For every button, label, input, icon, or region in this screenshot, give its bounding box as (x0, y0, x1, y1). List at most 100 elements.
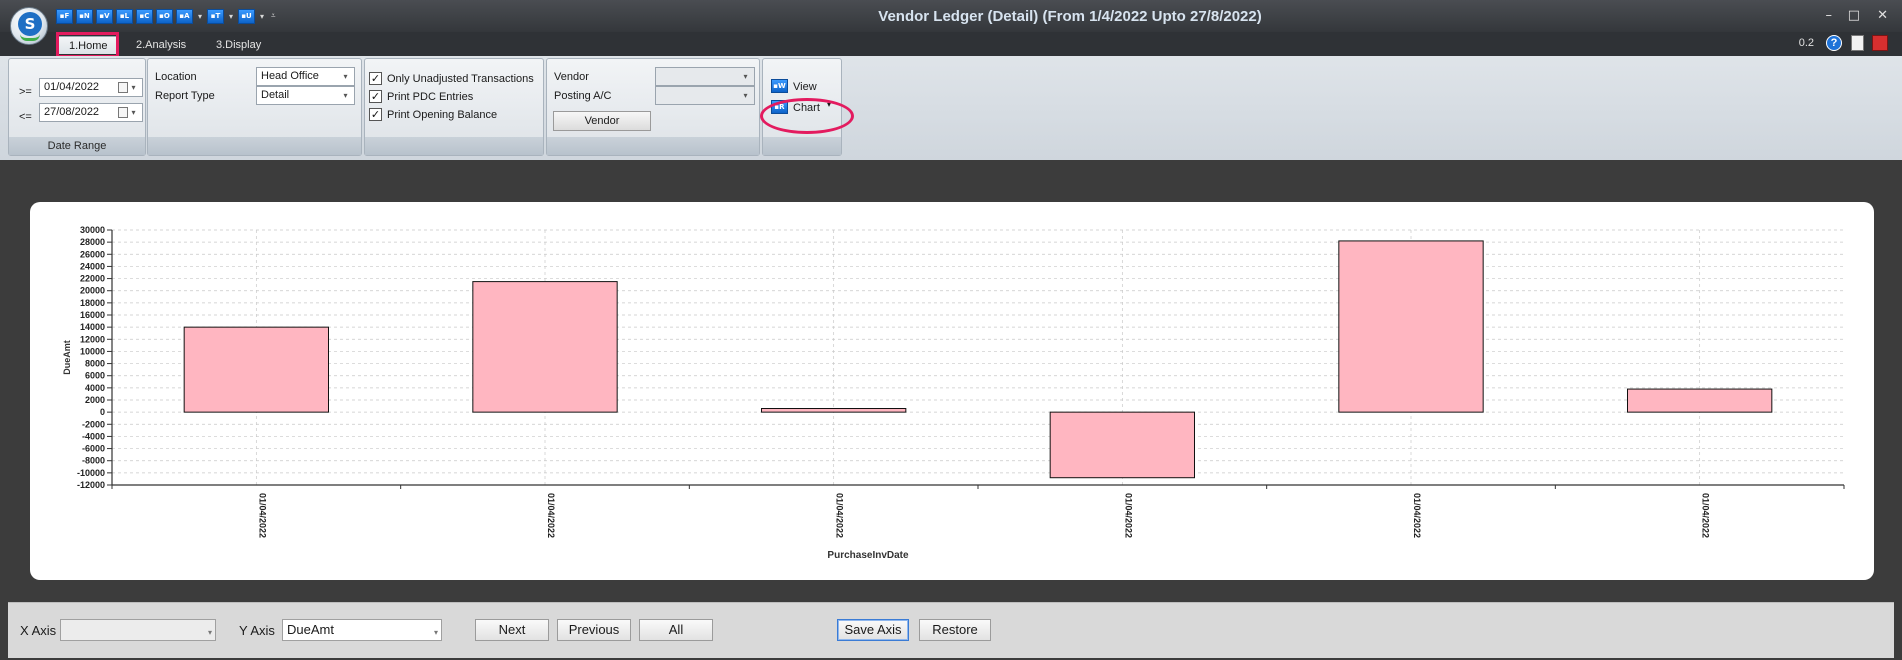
bar (1627, 388, 1773, 413)
book-icon[interactable] (1872, 35, 1888, 51)
vendor-group: Vendor ▾ Posting A/C ▾ Vendor (546, 58, 760, 156)
chevron-down-icon[interactable]: ▾ (739, 88, 752, 103)
document-icon[interactable] (1851, 35, 1864, 51)
x-axis-label-text: X Axis (20, 623, 57, 638)
y-tick-label: -6000 (82, 444, 105, 454)
from-date-field[interactable]: 01/04/2022 ▾ (39, 78, 143, 97)
from-date-value: 01/04/2022 (44, 81, 100, 93)
y-axis-label: DueAmt (62, 340, 72, 375)
print-pdc-label: Print PDC Entries (387, 91, 474, 103)
location-select[interactable]: Head Office ▾ (256, 67, 355, 86)
print-opening-checkbox[interactable]: ✓ (369, 108, 382, 121)
x-tick-label: 01/04/2022 (546, 493, 556, 538)
date-range-group: >= 01/04/2022 ▾ <= 27/08/2022 ▾ Date Ran… (8, 58, 146, 156)
bar (761, 408, 907, 413)
options-caption (365, 137, 543, 155)
x-tick-label: 01/04/2022 (1701, 493, 1711, 538)
posting-account-select[interactable]: ▾ (655, 86, 755, 105)
x-axis-select[interactable]: ▾ (60, 619, 216, 641)
help-icon[interactable]: ? (1826, 35, 1842, 51)
y-tick-label: -2000 (82, 419, 105, 429)
posting-account-label: Posting A/C (554, 90, 612, 102)
version-label: 0.2 (1798, 37, 1814, 49)
y-tick-label: 10000 (80, 346, 105, 356)
axis-toolbar: X Axis ▾ Y Axis DueAmt ▾ Next Previous A… (8, 602, 1894, 658)
chart-grid (112, 229, 1844, 486)
bar (472, 281, 618, 413)
ribbon-panel: >= 01/04/2022 ▾ <= 27/08/2022 ▾ Date Ran… (0, 56, 1902, 160)
vendor-select[interactable]: ▾ (655, 67, 755, 86)
tab-display[interactable]: 3.Display (206, 36, 271, 54)
report-type-value: Detail (261, 89, 290, 101)
y-tick-label: -12000 (77, 480, 105, 490)
location-label: Location (155, 71, 197, 83)
x-axis-label: PurchaseInvDate (827, 550, 909, 561)
to-date-value: 27/08/2022 (44, 106, 100, 118)
y-tick-label: -8000 (82, 456, 105, 466)
chevron-down-icon[interactable]: ▾ (127, 105, 140, 120)
chevron-down-icon[interactable]: ▾ (127, 80, 140, 95)
y-tick-label: 6000 (85, 371, 105, 381)
close-button[interactable]: ✕ (1877, 8, 1888, 23)
chevron-down-icon[interactable]: ▾ (339, 69, 352, 84)
x-tick-label: 01/04/2022 (257, 493, 267, 538)
y-tick-label: 16000 (80, 310, 105, 320)
y-tick-label: 12000 (80, 334, 105, 344)
y-axis-label-text: Y Axis (239, 623, 275, 638)
location-caption (148, 137, 361, 155)
maximize-button[interactable]: □ (1848, 8, 1860, 23)
y-axis-value: DueAmt (287, 622, 334, 637)
view-button[interactable]: View (793, 81, 817, 93)
vendor-label: Vendor (554, 71, 589, 83)
print-pdc-checkbox[interactable]: ✓ (369, 90, 382, 103)
location-group: Location Head Office ▾ Report Type Detai… (147, 58, 362, 156)
tab-analysis[interactable]: 2.Analysis (126, 36, 196, 54)
location-value: Head Office (261, 70, 319, 82)
x-tick-label: 01/04/2022 (835, 493, 845, 538)
home-tab-highlight (56, 32, 119, 58)
only-unadjusted-label: Only Unadjusted Transactions (387, 73, 534, 85)
next-button[interactable]: Next (475, 619, 549, 641)
only-unadjusted-checkbox[interactable]: ✓ (369, 72, 382, 85)
report-type-select[interactable]: Detail ▾ (256, 86, 355, 105)
bar (183, 326, 329, 413)
x-tick-label: 01/04/2022 (1412, 493, 1422, 538)
y-tick-label: 8000 (85, 359, 105, 369)
chevron-down-icon[interactable]: ▾ (208, 623, 212, 643)
y-tick-label: -10000 (77, 468, 105, 478)
x-axis-ticks: 01/04/2022 01/04/2022 01/04/2022 01/04/2022… (111, 485, 1845, 538)
save-axis-button[interactable]: Save Axis (837, 619, 909, 641)
from-operator: >= (19, 86, 32, 98)
window-title: Vendor Ledger (Detail) (From 1/4/2022 Up… (878, 8, 1262, 25)
to-operator: <= (19, 111, 32, 123)
y-tick-label: 30000 (80, 225, 105, 235)
y-tick-label: -4000 (82, 431, 105, 441)
y-axis-select[interactable]: DueAmt ▾ (282, 619, 442, 641)
bar (1338, 240, 1484, 413)
y-axis-ticks: -12000 -10000 -8000 -6000 -4000 -2000 0 2000 400… (77, 225, 112, 490)
y-tick-label: 4000 (85, 383, 105, 393)
y-tick-label: 20000 (80, 286, 105, 296)
y-tick-label: 14000 (80, 322, 105, 332)
minimize-button[interactable]: – (1826, 8, 1833, 23)
all-button[interactable]: All (639, 619, 713, 641)
chevron-down-icon[interactable]: ▾ (339, 88, 352, 103)
chevron-down-icon[interactable]: ▾ (434, 623, 438, 643)
date-range-caption: Date Range (9, 137, 145, 155)
vendor-button[interactable]: Vendor (553, 111, 651, 131)
chevron-down-icon[interactable]: ▾ (739, 69, 752, 84)
restore-button[interactable]: Restore (919, 619, 991, 641)
view-caption (763, 137, 841, 155)
y-tick-label: 2000 (85, 395, 105, 405)
y-tick-label: 26000 (80, 249, 105, 259)
app-menu-button[interactable]: S (10, 7, 48, 45)
app-logo-icon: S (18, 12, 42, 36)
view-icon[interactable]: ▪W (771, 79, 788, 93)
chart-bars (183, 240, 1773, 479)
to-date-field[interactable]: 27/08/2022 ▾ (39, 103, 143, 122)
chart-button-highlight (760, 98, 854, 134)
print-opening-label: Print Opening Balance (387, 109, 498, 121)
report-type-label: Report Type (155, 90, 215, 102)
leaf-icon (20, 34, 40, 41)
previous-button[interactable]: Previous (557, 619, 631, 641)
